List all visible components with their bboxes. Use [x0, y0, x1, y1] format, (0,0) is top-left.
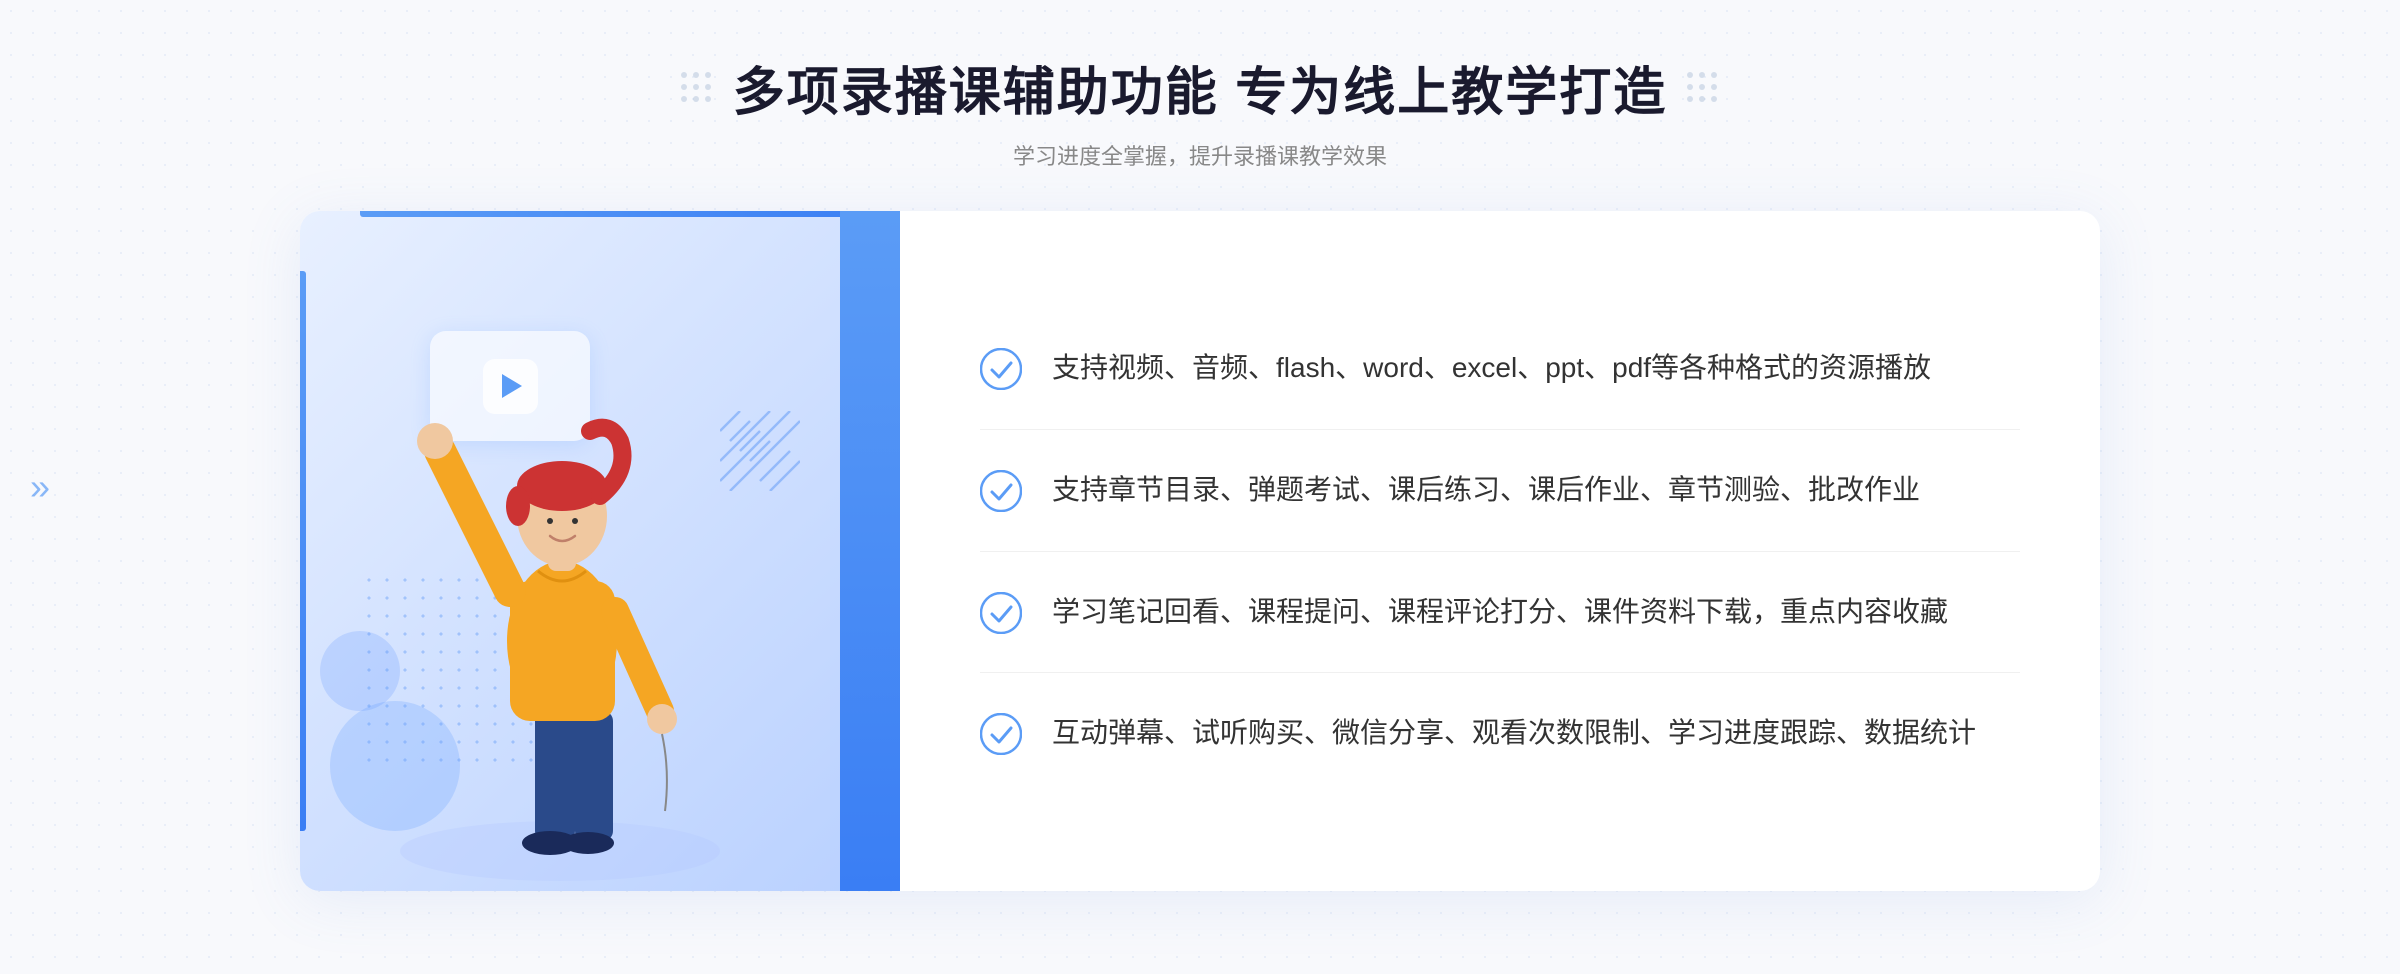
sidebar-accent	[300, 271, 306, 831]
dot-grid-left	[681, 72, 713, 104]
check-circle-icon-4	[980, 713, 1022, 755]
feature-text-4: 互动弹幕、试听购买、微信分享、观看次数限制、学习进度跟踪、数据统计	[1052, 711, 1976, 756]
illustration-area	[300, 211, 900, 891]
title-row: 多项录播课辅助功能 专为线上教学打造	[681, 50, 1719, 125]
page-container: 多项录播课辅助功能 专为线上教学打造 学习进度全掌握，提升录播课教学效果	[0, 0, 2400, 974]
blue-bar	[840, 211, 900, 891]
check-circle-icon-1	[980, 348, 1022, 390]
check-circle-icon-2	[980, 470, 1022, 512]
features-area: 支持视频、音频、flash、word、excel、ppt、pdf等各种格式的资源…	[900, 211, 2100, 891]
person-figure	[380, 331, 740, 891]
feature-item-1: 支持视频、音频、flash、word、excel、ppt、pdf等各种格式的资源…	[980, 308, 2020, 430]
header-section: 多项录播课辅助功能 专为线上教学打造 学习进度全掌握，提升录播课教学效果	[681, 50, 1719, 171]
feature-item-4: 互动弹幕、试听购买、微信分享、观看次数限制、学习进度跟踪、数据统计	[980, 673, 2020, 794]
top-accent	[360, 211, 900, 217]
page-title: 多项录播课辅助功能 专为线上教学打造	[733, 50, 1667, 125]
feature-item-3: 学习笔记回看、课程提问、课程评论打分、课件资料下载，重点内容收藏	[980, 552, 2020, 674]
page-subtitle: 学习进度全掌握，提升录播课教学效果	[681, 139, 1719, 171]
dot-grid-right	[1687, 72, 1719, 104]
feature-text-2: 支持章节目录、弹题考试、课后练习、课后作业、章节测验、批改作业	[1052, 468, 1920, 513]
check-circle-icon-3	[980, 592, 1022, 634]
feature-item-2: 支持章节目录、弹题考试、课后练习、课后作业、章节测验、批改作业	[980, 430, 2020, 552]
feature-text-3: 学习笔记回看、课程提问、课程评论打分、课件资料下载，重点内容收藏	[1052, 590, 1948, 635]
content-card: 支持视频、音频、flash、word、excel、ppt、pdf等各种格式的资源…	[300, 211, 2100, 891]
left-arrow-icon[interactable]: »	[30, 466, 50, 508]
feature-text-1: 支持视频、音频、flash、word、excel、ppt、pdf等各种格式的资源…	[1052, 346, 1931, 391]
